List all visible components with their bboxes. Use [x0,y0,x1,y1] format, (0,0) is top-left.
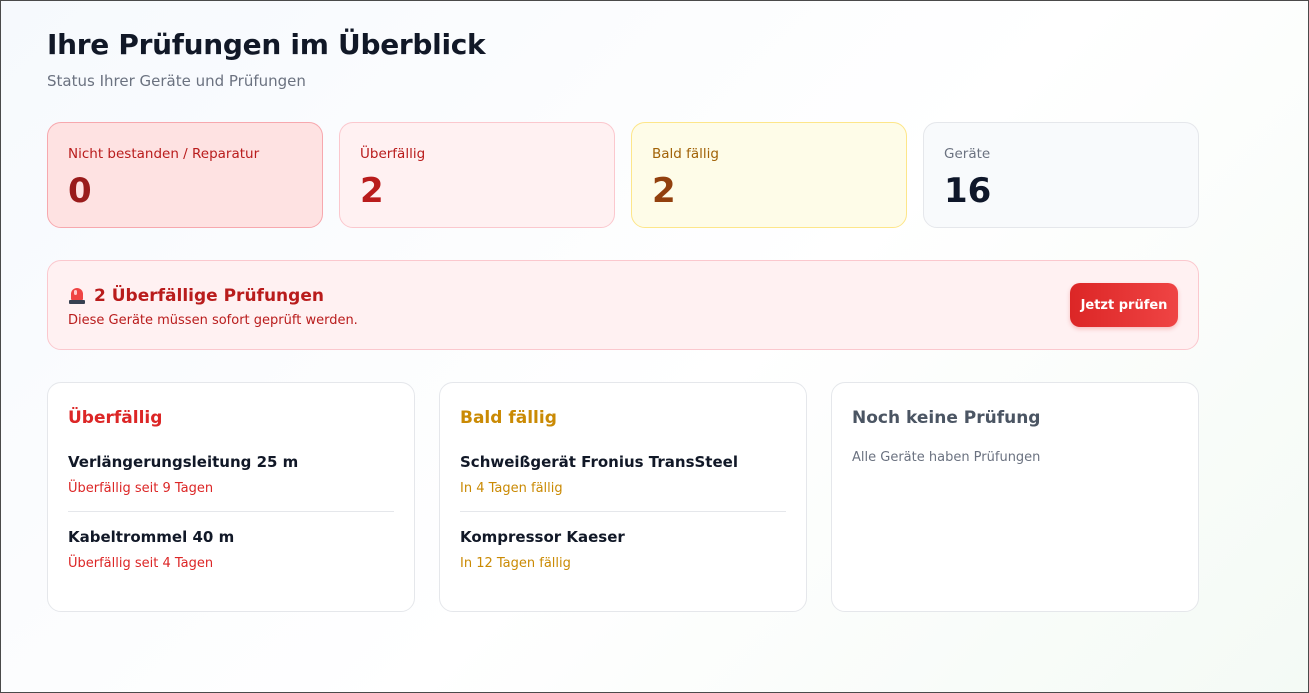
device-status: Überfällig seit 4 Tagen [68,556,214,571]
device-name: Kabeltrommel 40 m [68,528,235,546]
alert-description: Diese Geräte müssen sofort geprüft werde… [68,313,358,328]
stats-row: Nicht bestanden / Reparatur 0 Überfällig… [47,122,1199,228]
siren-icon [68,287,86,305]
due-soon-card: Bald fällig Schweißgerät Fronius TransSt… [439,382,807,612]
stat-value: 16 [944,171,992,211]
stat-value: 2 [652,171,676,211]
alert-title: 2 Überfällige Prüfungen [68,285,324,307]
check-now-button[interactable]: Jetzt prüfen [1070,283,1178,327]
stat-value: 0 [68,171,92,211]
stat-card-devices[interactable]: Geräte 16 [923,122,1199,228]
dashboard: Ihre Prüfungen im Überblick Status Ihrer… [47,27,1199,612]
status-columns: Überfällig Verlängerungsleitung 25 m Übe… [47,382,1199,612]
device-name: Verlängerungsleitung 25 m [68,453,299,471]
stat-card-due-soon[interactable]: Bald fällig 2 [631,122,907,228]
stat-card-overdue[interactable]: Überfällig 2 [339,122,615,228]
overdue-card-title: Überfällig [68,408,163,428]
due-soon-card-title: Bald fällig [460,408,557,428]
stat-card-failed[interactable]: Nicht bestanden / Reparatur 0 [47,122,323,228]
device-name: Kompressor Kaeser [460,528,625,546]
device-status: Überfällig seit 9 Tagen [68,481,214,496]
overdue-alert-banner: 2 Überfällige Prüfungen Diese Geräte müs… [47,260,1199,350]
no-inspection-card-title: Noch keine Prüfung [852,408,1041,428]
overdue-card: Überfällig Verlängerungsleitung 25 m Übe… [47,382,415,612]
stat-label: Nicht bestanden / Reparatur [68,146,260,162]
list-item[interactable]: Schweißgerät Fronius TransSteel In 4 Tag… [460,452,786,512]
stat-label: Geräte [944,146,991,162]
stat-label: Überfällig [360,146,426,162]
no-inspection-card: Noch keine Prüfung Alle Geräte haben Prü… [831,382,1199,612]
stat-label: Bald fällig [652,146,719,162]
device-status: In 12 Tagen fällig [460,556,571,571]
alert-title-text: 2 Überfällige Prüfungen [94,286,324,306]
page-subtitle: Status Ihrer Geräte und Prüfungen [47,72,306,90]
list-item[interactable]: Verlängerungsleitung 25 m Überfällig sei… [68,452,394,512]
stat-value: 2 [360,171,384,211]
page-title: Ihre Prüfungen im Überblick [47,28,486,61]
empty-state-text: Alle Geräte haben Prüfungen [852,450,1041,465]
list-item[interactable]: Kabeltrommel 40 m Überfällig seit 4 Tage… [68,527,394,573]
device-name: Schweißgerät Fronius TransSteel [460,453,738,471]
device-status: In 4 Tagen fällig [460,481,563,496]
list-item[interactable]: Kompressor Kaeser In 12 Tagen fällig [460,527,786,573]
